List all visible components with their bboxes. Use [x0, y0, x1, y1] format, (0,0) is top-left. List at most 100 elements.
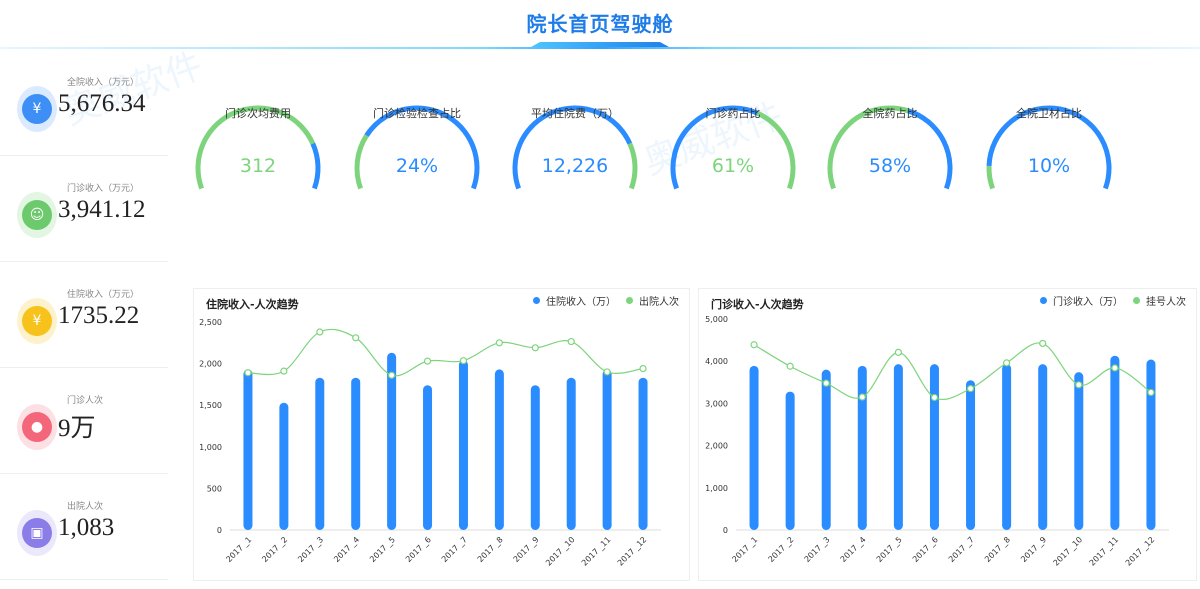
chart-legend: 门诊收入（万） 挂号人次: [1040, 293, 1186, 308]
outpatient-trend-chart: 0 1,000 2,000 3,000 4,000 5,000 2017 _1 2017 _2…: [698, 288, 1197, 581]
bar[interactable]: [387, 352, 397, 530]
bar[interactable]: [243, 369, 253, 530]
line-point[interactable]: [567, 337, 575, 346]
line-point[interactable]: [1003, 359, 1011, 367]
header-accent: [531, 42, 669, 47]
legend-item-bar[interactable]: 门诊收入（万）: [1040, 293, 1123, 308]
legend-dot-icon: [1133, 297, 1140, 304]
bar[interactable]: [1074, 372, 1084, 530]
kpi-value: 1735.22: [58, 302, 140, 329]
kpi-sidebar: ¥ 全院收入（万元） 5,676.34 ☺ 门诊收入（万元） 3,941.12 ¥ …: [0, 50, 168, 580]
legend-item-line[interactable]: 挂号人次: [1133, 293, 1186, 308]
bar[interactable]: [785, 391, 795, 530]
x-tick-label: 2017 _10: [1052, 535, 1085, 568]
icon-ring: ●: [17, 404, 57, 450]
line-point[interactable]: [858, 393, 866, 401]
legend-label: 出院人次: [639, 297, 679, 308]
y-tick-label: 5,000: [705, 315, 728, 324]
bar[interactable]: [351, 377, 361, 530]
gauge-row: 门诊次均费用 312 门诊检验检查占比 24% 平均住院费（万） 12,226 门诊药占比 6…: [180, 90, 1140, 210]
bar[interactable]: [857, 365, 867, 530]
line-point[interactable]: [603, 368, 611, 376]
kpi-label: 住院收入（万元）: [67, 290, 140, 300]
money-bag-icon: ¥: [22, 94, 52, 124]
line-point[interactable]: [750, 341, 758, 349]
legend-label: 住院收入（万）: [546, 297, 616, 308]
gauge: 门诊药占比 61%: [663, 90, 803, 210]
gauge-label: 门诊检验检查占比: [373, 107, 461, 120]
y-tick-label: 1,000: [199, 443, 222, 452]
x-tick-label: 2017 _12: [616, 535, 649, 568]
kpi-card: ¥ 住院收入（万元） 1735.22: [0, 262, 168, 368]
line-point[interactable]: [388, 371, 396, 379]
bar[interactable]: [315, 377, 325, 530]
people-icon: ●: [22, 412, 52, 442]
line-point[interactable]: [966, 385, 975, 393]
bar[interactable]: [1038, 364, 1048, 530]
bar[interactable]: [1146, 359, 1156, 530]
y-tick-label: 0: [217, 526, 222, 535]
x-tick-label: 2017 _9: [512, 535, 541, 564]
x-tick-label: 2017 _3: [803, 535, 832, 564]
line-point[interactable]: [459, 357, 468, 365]
legend-item-bar[interactable]: 住院收入（万）: [533, 293, 616, 308]
bar[interactable]: [458, 360, 468, 530]
bar[interactable]: [638, 377, 648, 530]
bar[interactable]: [566, 377, 576, 530]
legend-item-line[interactable]: 出院人次: [626, 293, 679, 308]
gauge-label: 全院药占比: [862, 107, 918, 120]
y-tick-label: 1,500: [199, 401, 222, 410]
gauge-value: 61%: [711, 155, 755, 177]
y-tick-label: 500: [207, 484, 222, 493]
chart-title: 住院收入-人次趋势: [206, 298, 299, 311]
line-point[interactable]: [316, 328, 324, 336]
line-point[interactable]: [495, 339, 503, 347]
bar[interactable]: [279, 402, 289, 530]
chart-plot: 0 1,000 2,000 3,000 4,000 5,000 2017 _1 2017 _2…: [705, 315, 1169, 568]
line-series: [753, 342, 1152, 401]
gauge-value: 10%: [1027, 155, 1071, 177]
line-point[interactable]: [352, 334, 360, 342]
gauge: 全院卫材占比 10%: [979, 90, 1119, 210]
kpi-label: 门诊人次: [67, 396, 104, 406]
x-tick-label: 2017 _2: [260, 535, 289, 564]
bar[interactable]: [749, 365, 759, 530]
chart-plot: 05001,0001,5002,0002,5002017 _1 2017 _2 20…: [199, 318, 661, 568]
x-tick-label: 2017 _4: [332, 535, 361, 564]
kpi-card: ☺ 门诊收入（万元） 3,941.12: [0, 156, 168, 262]
line-point[interactable]: [930, 393, 939, 402]
y-tick-label: 2,000: [199, 360, 222, 369]
bar[interactable]: [1002, 364, 1012, 530]
line-point[interactable]: [894, 348, 902, 356]
bar[interactable]: [929, 364, 939, 530]
line-point[interactable]: [280, 367, 288, 375]
line-point[interactable]: [786, 362, 794, 370]
line-point[interactable]: [531, 344, 539, 352]
x-tick-label: 2017 _7: [947, 535, 976, 564]
line-point[interactable]: [1147, 388, 1155, 397]
bar[interactable]: [1110, 355, 1120, 530]
x-tick-label: 2017 _11: [580, 535, 613, 568]
kpi-label: 全院收入（万元）: [67, 78, 140, 88]
line-point[interactable]: [244, 369, 252, 377]
bar[interactable]: [821, 369, 831, 530]
legend-label: 挂号人次: [1146, 297, 1186, 308]
line-point[interactable]: [1039, 339, 1047, 348]
bar[interactable]: [893, 364, 903, 530]
line-point[interactable]: [1111, 364, 1119, 372]
bar[interactable]: [423, 385, 433, 530]
line-point[interactable]: [639, 364, 647, 373]
icon-ring: ▣: [17, 510, 57, 556]
line-point[interactable]: [1075, 381, 1083, 389]
line-point[interactable]: [822, 379, 830, 387]
bar[interactable]: [966, 380, 976, 530]
bar[interactable]: [494, 369, 504, 530]
header-divider: [0, 47, 1200, 49]
line-point[interactable]: [423, 357, 432, 365]
header: 院长首页驾驶舱: [0, 0, 1200, 56]
x-tick-label: 2017 _3: [296, 535, 325, 564]
bar[interactable]: [602, 369, 612, 530]
kpi-value: 3,941.12: [58, 196, 146, 223]
bar[interactable]: [530, 385, 540, 530]
x-tick-label: 2017 _6: [911, 535, 940, 564]
